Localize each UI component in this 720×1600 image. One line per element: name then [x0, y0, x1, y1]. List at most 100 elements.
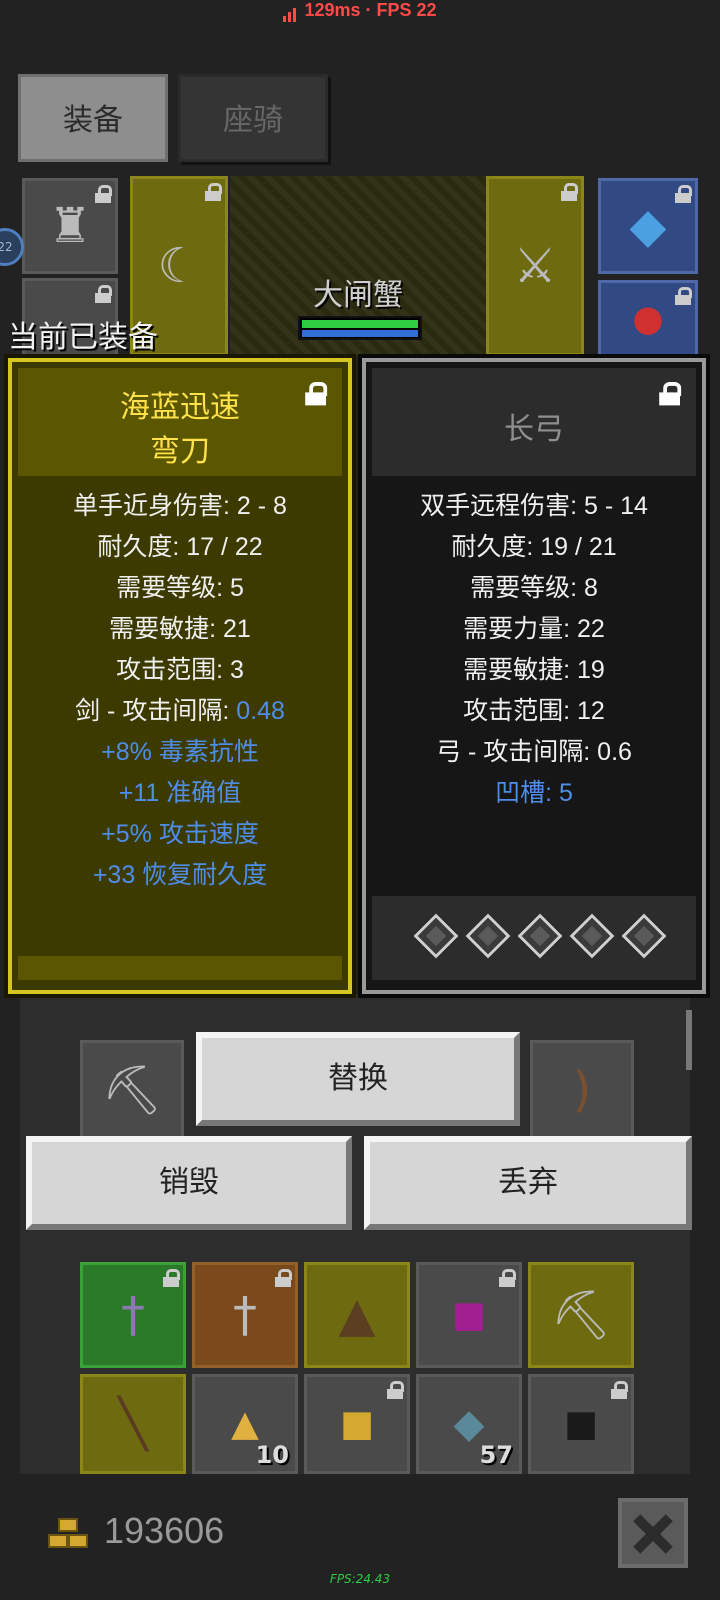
lock-icon: [95, 285, 112, 303]
inventory-scrollbar[interactable]: [686, 1010, 692, 1070]
equip-slot-ring[interactable]: ●: [598, 280, 698, 358]
sword-icon: ⚔: [513, 238, 557, 294]
inventory-slot[interactable]: ■: [416, 1262, 522, 1368]
stat-attack-interval: 剑 - 攻击间隔: 0.48: [18, 691, 342, 732]
lock-icon: [205, 183, 222, 201]
inventory-slot[interactable]: ): [530, 1040, 634, 1140]
amulet-icon: ◆: [629, 198, 667, 254]
inventory-slot[interactable]: ╲: [80, 1374, 186, 1474]
network-status: 129ms · FPS 22: [0, 0, 720, 72]
replace-button[interactable]: 替换: [196, 1032, 520, 1126]
card-footer: [18, 956, 342, 980]
empty-socket-icon: [517, 913, 563, 959]
socket-row: [372, 896, 696, 980]
equip-slot-helmet[interactable]: ♜: [22, 178, 118, 274]
gold-coins-icon: [48, 1518, 92, 1554]
gold-ore-icon: ▲: [231, 1403, 259, 1445]
affix-durability-regen: +33 恢复耐久度: [92, 861, 268, 889]
tab-mount[interactable]: 座骑: [178, 74, 328, 162]
close-button[interactable]: [618, 1498, 688, 1568]
stat-damage: 单手近身伤害: 2 - 8: [73, 492, 287, 520]
scimitar-icon: ☾: [157, 238, 201, 294]
lock-icon: [95, 185, 112, 203]
stat-label: 剑 - 攻击间隔:: [75, 697, 237, 725]
club-icon: ╲: [118, 1396, 148, 1452]
stat-required-level: 需要等级: 5: [116, 574, 244, 602]
stat-attack-range: 攻击范围: 3: [116, 656, 244, 684]
lock-icon: [387, 1381, 404, 1399]
stat-required-dexterity: 需要敏捷: 21: [109, 615, 251, 643]
stat-required-level: 需要等级: 8: [470, 574, 598, 602]
pickaxe-icon: ⛏: [550, 1287, 612, 1344]
lock-icon: [163, 1269, 180, 1287]
inventory-slot[interactable]: †: [80, 1262, 186, 1368]
stat-required-dexterity: 需要敏捷: 19: [463, 656, 605, 684]
item-name-prefix: 海蓝迅速: [120, 390, 240, 425]
tab-equipment[interactable]: 装备: [18, 74, 168, 162]
level-badge[interactable]: 22: [0, 228, 24, 266]
empty-socket-icon: [465, 913, 511, 959]
item-name: 长弓: [504, 412, 564, 447]
bow-icon: ): [572, 1062, 592, 1118]
inventory-slot[interactable]: †: [192, 1262, 298, 1368]
health-bar: [302, 320, 418, 328]
destroy-button[interactable]: 销毁: [26, 1136, 352, 1230]
horned-helmet-icon: ♜: [48, 198, 92, 254]
health-mana-bar: [298, 316, 422, 340]
lock-icon: [611, 1381, 628, 1399]
sword-icon: †: [233, 1287, 257, 1343]
item-name-base: 弯刀: [150, 434, 210, 469]
ping-fps-text: 129ms · FPS 22: [304, 0, 437, 20]
affix-attack-speed: +5% 攻击速度: [101, 820, 259, 848]
lock-icon: [499, 1269, 516, 1287]
inventory-slot[interactable]: ⛏: [528, 1262, 634, 1368]
item-header: 海蓝迅速 弯刀: [18, 368, 342, 476]
dagger-icon: †: [121, 1287, 145, 1343]
affix-poison-resist: +8% 毒素抗性: [101, 738, 259, 766]
currently-equipped-label: 当前已装备: [8, 320, 158, 355]
stat-durability: 耐久度: 17 / 22: [97, 533, 263, 561]
item-stats: 双手远程伤害: 5 - 14 耐久度: 19 / 21 需要等级: 8 需要力量…: [372, 486, 696, 814]
empty-socket-icon: [621, 913, 667, 959]
compared-item-card: 长弓 双手远程伤害: 5 - 14 耐久度: 19 / 21 需要等级: 8 需…: [362, 358, 706, 994]
lock-icon: [675, 185, 692, 203]
item-stats: 单手近身伤害: 2 - 8 耐久度: 17 / 22 需要等级: 5 需要敏捷:…: [18, 486, 342, 896]
inventory-slot[interactable]: ■: [528, 1374, 634, 1474]
pickaxe-icon: ⛏: [101, 1062, 163, 1119]
stat-attack-interval: 弓 - 攻击间隔: 0.6: [436, 738, 632, 766]
inventory-slot[interactable]: ⛏: [80, 1040, 184, 1140]
inventory-slot[interactable]: ▲: [304, 1262, 410, 1368]
gem-icon: ■: [451, 1294, 486, 1336]
gold-amount: 193606: [104, 1510, 225, 1551]
item-header: 长弓: [372, 368, 696, 476]
character-name: 大闸蟹: [313, 278, 403, 313]
equip-slot-offhand[interactable]: ⚔: [486, 176, 584, 356]
stat-attack-range: 攻击范围: 12: [463, 697, 605, 725]
lock-icon: [275, 1269, 292, 1287]
empty-socket-icon: [569, 913, 615, 959]
mana-bar: [302, 330, 418, 337]
signal-icon: [283, 1, 298, 22]
hood-icon: ▲: [338, 1287, 376, 1343]
stat-required-strength: 需要力量: 22: [463, 615, 605, 643]
drop-button[interactable]: 丢弃: [364, 1136, 692, 1230]
equipped-item-card: 海蓝迅速 弯刀 单手近身伤害: 2 - 8 耐久度: 17 / 22 需要等级:…: [8, 358, 352, 994]
inventory-slot[interactable]: ■: [304, 1374, 410, 1474]
empty-socket-icon: [413, 913, 459, 959]
coal-icon: ■: [563, 1403, 598, 1445]
lock-icon[interactable]: [305, 382, 328, 406]
item-count: 10: [255, 1441, 289, 1469]
inventory-slot[interactable]: ◆ 57: [416, 1374, 522, 1474]
gold-nugget-icon: ■: [339, 1403, 374, 1445]
fps-counter: FPS:24.43: [329, 1572, 391, 1586]
lock-icon: [561, 183, 578, 201]
affix-accuracy: +11 准确值: [118, 779, 242, 807]
lock-icon[interactable]: [659, 382, 682, 406]
equip-slot-amulet[interactable]: ◆: [598, 178, 698, 274]
inventory-slot[interactable]: ▲ 10: [192, 1374, 298, 1474]
lock-icon: [675, 287, 692, 305]
stat-durability: 耐久度: 19 / 21: [451, 533, 617, 561]
item-count: 57: [479, 1441, 513, 1469]
affix-sockets: 凹槽: 5: [495, 779, 573, 807]
stat-damage: 双手远程伤害: 5 - 14: [420, 492, 648, 520]
